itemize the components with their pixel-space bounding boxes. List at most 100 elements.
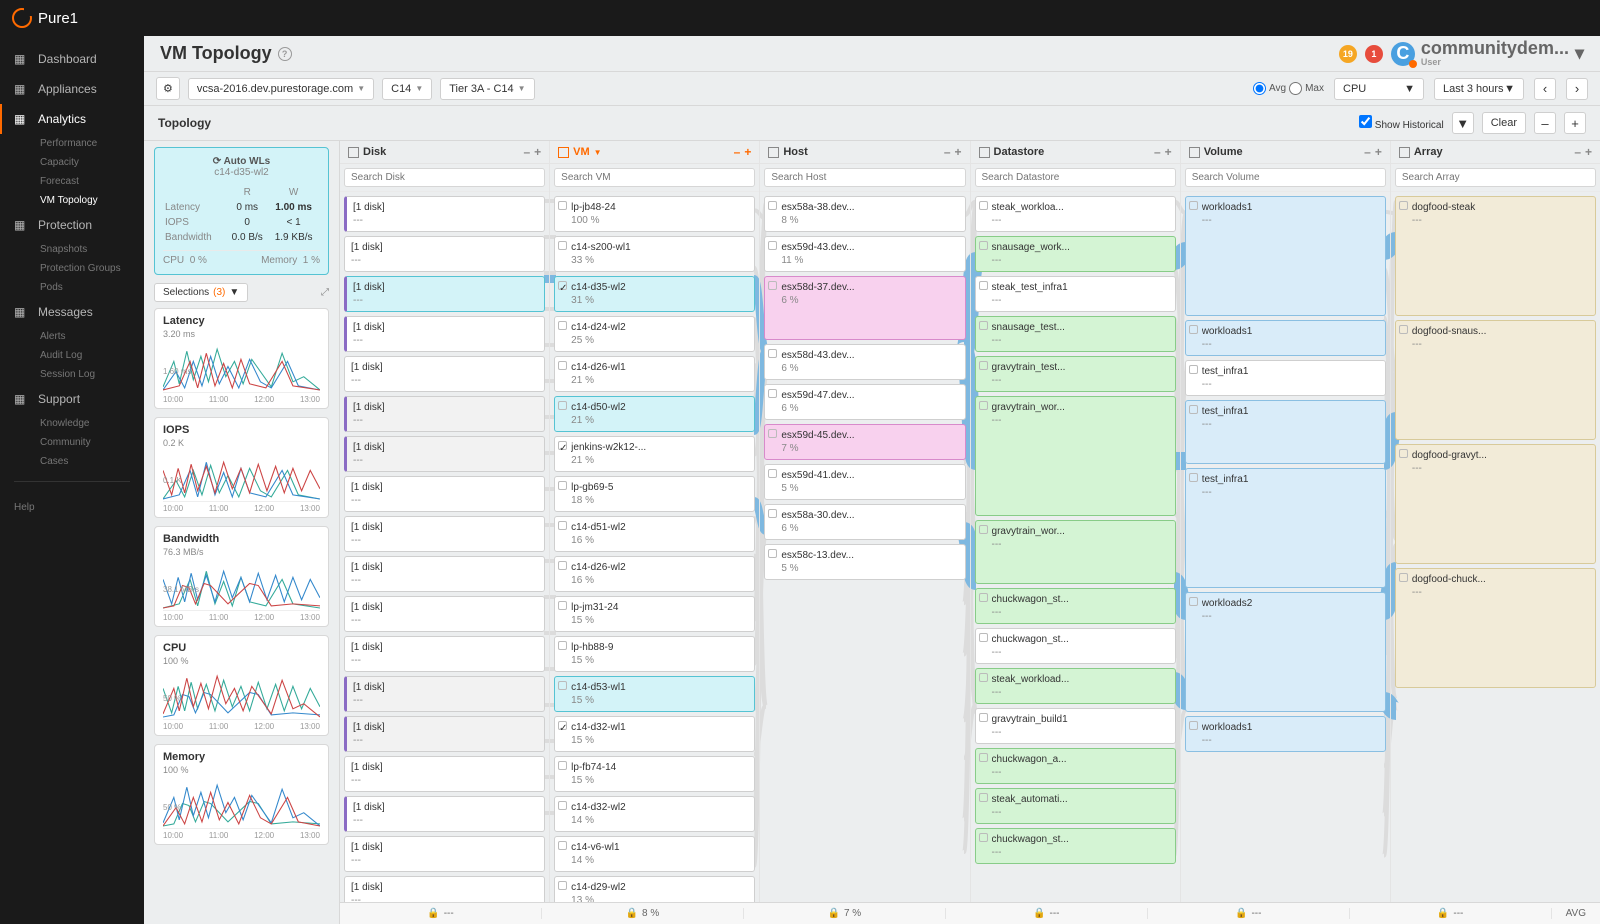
node[interactable]: steak_workloa...--- [975,196,1176,232]
node[interactable]: c14-d51-wl216 % [554,516,755,552]
node[interactable]: c14-d50-wl221 % [554,396,755,432]
nav-appliances[interactable]: ▦Appliances [0,74,144,104]
checkbox[interactable]: ✓ [558,441,567,450]
checkbox[interactable] [558,361,567,370]
plus-icon[interactable]: + [955,145,962,159]
checkbox[interactable] [979,793,988,802]
plus-icon[interactable]: + [1585,145,1592,159]
selections-dropdown[interactable]: Selections (3) ▼ [154,283,248,302]
checkbox[interactable] [558,801,567,810]
checkbox[interactable] [1189,201,1198,210]
node[interactable]: esx58a-30.dev...6 % [764,504,965,540]
col-header[interactable]: Datastore–+ [971,141,1180,164]
node[interactable]: [1 disk]--- [344,476,545,512]
col-header[interactable]: Array–+ [1391,141,1600,164]
show-historical-toggle[interactable]: Show Historical [1359,115,1444,131]
checkbox[interactable] [558,321,567,330]
checkbox[interactable] [768,241,777,250]
node[interactable]: c14-d53-wl115 % [554,676,755,712]
minus-icon[interactable]: – [944,145,951,159]
checkbox[interactable] [979,401,988,410]
checkbox[interactable] [979,593,988,602]
nav-messages[interactable]: ▦Messages [0,297,144,327]
node[interactable]: workloads1--- [1185,716,1386,752]
checkbox[interactable] [979,633,988,642]
checkbox[interactable] [979,241,988,250]
node[interactable]: [1 disk]--- [344,836,545,872]
nav-sub[interactable]: Performance [0,134,144,153]
avg-radio[interactable] [1253,82,1266,95]
node[interactable]: [1 disk]--- [344,276,545,312]
node[interactable]: [1 disk]--- [344,236,545,272]
checkbox[interactable] [558,841,567,850]
col-header[interactable]: Disk–+ [340,141,549,164]
node[interactable]: gravytrain_wor...--- [975,396,1176,516]
node[interactable]: esx59d-43.dev...11 % [764,236,965,272]
nav-sub[interactable]: Audit Log [0,346,144,365]
checkbox[interactable] [979,321,988,330]
nav-sub[interactable]: Snapshots [0,240,144,259]
settings-button[interactable]: ⚙ [156,77,180,100]
help-icon[interactable]: ? [278,47,292,61]
checkbox[interactable]: ✓ [558,281,567,290]
vcsa-dropdown[interactable]: vcsa-2016.dev.purestorage.com▼ [188,78,374,100]
checkbox[interactable] [768,509,777,518]
alert-error-badge[interactable]: 1 [1365,45,1383,63]
checkbox[interactable] [558,681,567,690]
minus-icon[interactable]: – [1574,145,1581,159]
metric-select[interactable]: CPU▼ [1334,78,1424,100]
checkbox[interactable] [768,549,777,558]
nav-sub[interactable]: Cases [0,452,144,471]
node[interactable]: ✓c14-d35-wl231 % [554,276,755,312]
checkbox[interactable] [558,201,567,210]
cluster-dropdown[interactable]: C14▼ [382,78,432,100]
nav-sub[interactable]: Pods [0,278,144,297]
node[interactable]: steak_workload...--- [975,668,1176,704]
node[interactable]: [1 disk]--- [344,316,545,352]
node[interactable]: steak_automati...--- [975,788,1176,824]
next-button[interactable]: › [1566,78,1588,100]
node[interactable]: [1 disk]--- [344,876,545,902]
plus-icon[interactable]: + [744,145,751,159]
checkbox[interactable] [768,469,777,478]
filter-button[interactable]: ▼ [1452,112,1474,134]
node[interactable]: chuckwagon_st...--- [975,828,1176,864]
alert-warning-badge[interactable]: 19 [1339,45,1357,63]
checkbox[interactable] [558,241,567,250]
nav-dashboard[interactable]: ▦Dashboard [0,44,144,74]
clear-button[interactable]: Clear [1482,112,1526,134]
nav-sub[interactable]: Alerts [0,327,144,346]
user-menu[interactable]: C communitydem... User ▾ [1391,39,1584,69]
checkbox[interactable] [558,881,567,890]
checkbox[interactable] [1189,405,1198,414]
checkbox[interactable] [768,201,777,210]
node[interactable]: lp-jb48-24100 % [554,196,755,232]
node[interactable]: test_infra1--- [1185,400,1386,464]
col-header[interactable]: VM▼–+ [550,141,759,164]
checkbox[interactable] [1399,325,1408,334]
checkbox[interactable] [558,601,567,610]
checkbox[interactable] [1399,201,1408,210]
node[interactable]: esx58d-43.dev...6 % [764,344,965,380]
checkbox[interactable] [768,281,777,290]
checkbox[interactable] [979,281,988,290]
checkbox[interactable]: ✓ [558,721,567,730]
nav-sub[interactable]: Session Log [0,365,144,384]
checkbox[interactable] [1189,325,1198,334]
node[interactable]: [1 disk]--- [344,756,545,792]
node[interactable]: workloads2--- [1185,592,1386,712]
node[interactable]: snausage_test...--- [975,316,1176,352]
checkbox[interactable] [1399,573,1408,582]
node[interactable]: chuckwagon_st...--- [975,588,1176,624]
search-array[interactable] [1395,168,1596,187]
checkbox[interactable] [979,673,988,682]
node[interactable]: dogfood-snaus...--- [1395,320,1596,440]
prev-button[interactable]: ‹ [1534,78,1556,100]
node[interactable]: gravytrain_test...--- [975,356,1176,392]
node[interactable]: [1 disk]--- [344,436,545,472]
help-link[interactable]: Help [0,492,144,523]
nav-sub[interactable]: Community [0,433,144,452]
node[interactable]: ✓jenkins-w2k12-...21 % [554,436,755,472]
node[interactable]: c14-d26-wl216 % [554,556,755,592]
max-radio[interactable] [1289,82,1302,95]
